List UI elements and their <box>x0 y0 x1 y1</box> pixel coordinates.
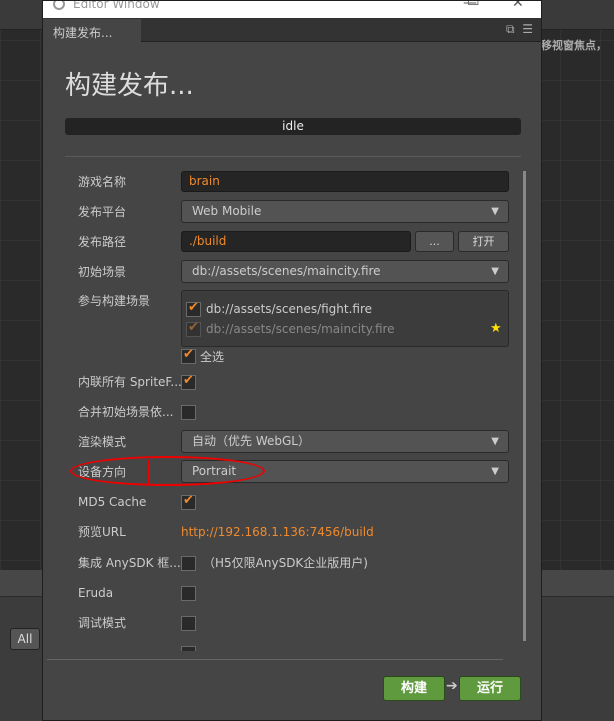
md5-label: MD5 Cache <box>78 495 147 509</box>
platform-label: 发布平台 <box>78 205 127 219</box>
orientation-select[interactable]: Portrait ▼ <box>181 460 509 483</box>
select-all-checkbox[interactable] <box>181 347 196 364</box>
status-bar: idle <box>65 118 521 135</box>
star-icon: ★ <box>490 321 502 336</box>
panel-menu-icons[interactable]: ⧉ ☰ <box>506 22 533 37</box>
scene-path: db://assets/scenes/maincity.fire <box>206 322 395 336</box>
window-title: Editor Window <box>73 1 160 11</box>
render-mode-label: 渲染模式 <box>78 435 127 449</box>
start-scene-label: 初始场景 <box>78 265 127 279</box>
scene-hint-text: 移视窗焦点， <box>541 39 607 52</box>
render-mode-select[interactable]: 自动（优先 WebGL） ▼ <box>181 430 509 453</box>
eruda-checkbox[interactable] <box>181 586 196 601</box>
scene-list: db://assets/scenes/fight.fire db://asset… <box>181 290 509 347</box>
start-scene-value: db://assets/scenes/maincity.fire <box>192 264 381 278</box>
dropdown-arrow-icon: ▼ <box>491 436 499 447</box>
orientation-value: Portrait <box>192 464 237 478</box>
orientation-label: 设备方向 <box>78 465 127 479</box>
footer-divider <box>47 659 503 660</box>
select-all-label: 全选 <box>200 350 225 364</box>
game-name-label: 游戏名称 <box>78 175 127 189</box>
debug-checkbox[interactable] <box>181 616 196 631</box>
preview-url-label: 预览URL <box>78 525 126 539</box>
start-scene-select[interactable]: db://assets/scenes/maincity.fire ▼ <box>181 260 509 283</box>
clipped-checkbox <box>181 646 196 651</box>
scene-checkbox <box>186 320 201 337</box>
inline-sprite-checkbox[interactable] <box>181 373 196 390</box>
run-button[interactable]: 运行 <box>459 676 521 701</box>
platform-value: Web Mobile <box>192 204 262 218</box>
preview-url-link[interactable]: http://192.168.1.136:7456/build <box>181 522 374 542</box>
anysdk-note: （H5仅限AnySDK企业版用户) <box>203 556 368 570</box>
debug-label: 调试模式 <box>78 616 127 630</box>
app-icon <box>53 1 65 10</box>
dropdown-arrow-icon: ▼ <box>491 466 499 477</box>
scrollbar[interactable] <box>523 171 526 641</box>
divider <box>65 156 521 157</box>
all-filter-button[interactable]: All <box>10 628 40 650</box>
editor-window: Editor Window — ✕ ☐ 构建发布... ⧉ ☰ 构建发布... … <box>42 0 542 721</box>
browse-button[interactable]: ... <box>415 231 454 252</box>
anysdk-label: 集成 AnySDK 框... <box>78 556 181 570</box>
page-title: 构建发布... <box>65 71 194 101</box>
merge-start-label: 合并初始场景依... <box>78 405 174 419</box>
inline-sprite-label: 内联所有 SpriteF... <box>78 375 182 389</box>
scenes-label: 参与构建场景 <box>78 294 151 308</box>
open-folder-button[interactable]: 打开 <box>458 231 509 252</box>
close-icon[interactable]: ✕ <box>512 1 524 11</box>
dropdown-arrow-icon: ▼ <box>491 266 499 277</box>
eruda-label: Eruda <box>78 586 114 600</box>
tab-build[interactable]: 构建发布... <box>43 19 141 43</box>
maximize-icon[interactable]: ☐ <box>467 1 480 9</box>
scene-item: db://assets/scenes/maincity.fire ★ <box>186 320 506 339</box>
render-mode-value: 自动（优先 WebGL） <box>192 434 310 448</box>
path-input[interactable]: ./build <box>181 231 411 252</box>
md5-checkbox[interactable] <box>181 493 196 510</box>
dropdown-arrow-icon: ▼ <box>491 206 499 217</box>
merge-start-checkbox[interactable] <box>181 405 196 420</box>
path-label: 发布路径 <box>78 235 127 249</box>
title-bar: Editor Window — ✕ ☐ <box>43 1 541 18</box>
platform-select[interactable]: Web Mobile ▼ <box>181 200 509 223</box>
build-button[interactable]: 构建 <box>383 676 445 701</box>
tab-bar: 构建发布... ⧉ ☰ <box>43 18 541 43</box>
game-name-input[interactable]: brain <box>181 171 509 192</box>
scene-path: db://assets/scenes/fight.fire <box>206 302 373 316</box>
arrow-right-icon: ➔ <box>446 678 458 694</box>
annotation-line <box>148 460 150 484</box>
scene-checkbox[interactable] <box>186 300 201 317</box>
anysdk-checkbox[interactable] <box>181 556 196 571</box>
